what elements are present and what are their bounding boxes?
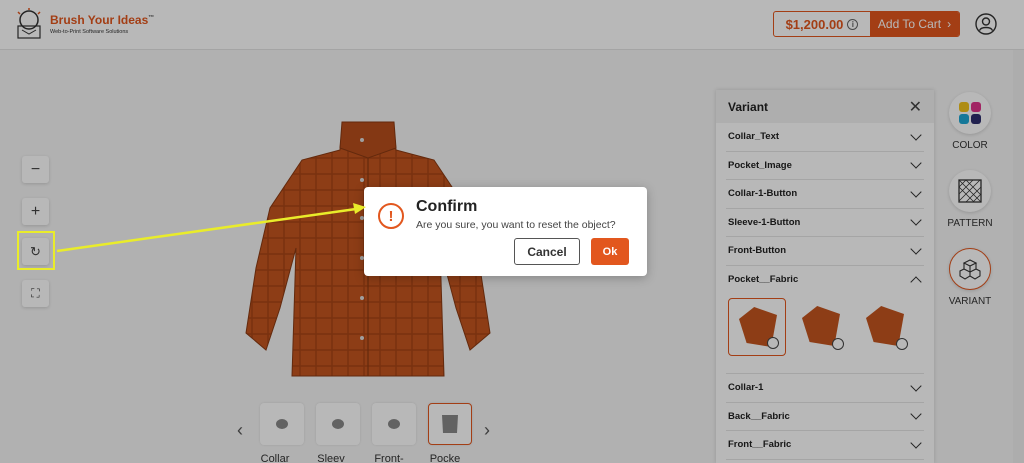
warning-icon: !: [378, 203, 404, 229]
confirm-dialog: ! Confirm Are you sure, you want to rese…: [364, 187, 647, 276]
dialog-message: Are you sure, you want to reset the obje…: [416, 219, 616, 231]
ok-button[interactable]: Ok: [591, 238, 629, 265]
cancel-button[interactable]: Cancel: [514, 238, 580, 265]
dialog-title: Confirm: [416, 198, 478, 215]
annotation-highlight-box: [17, 231, 55, 270]
